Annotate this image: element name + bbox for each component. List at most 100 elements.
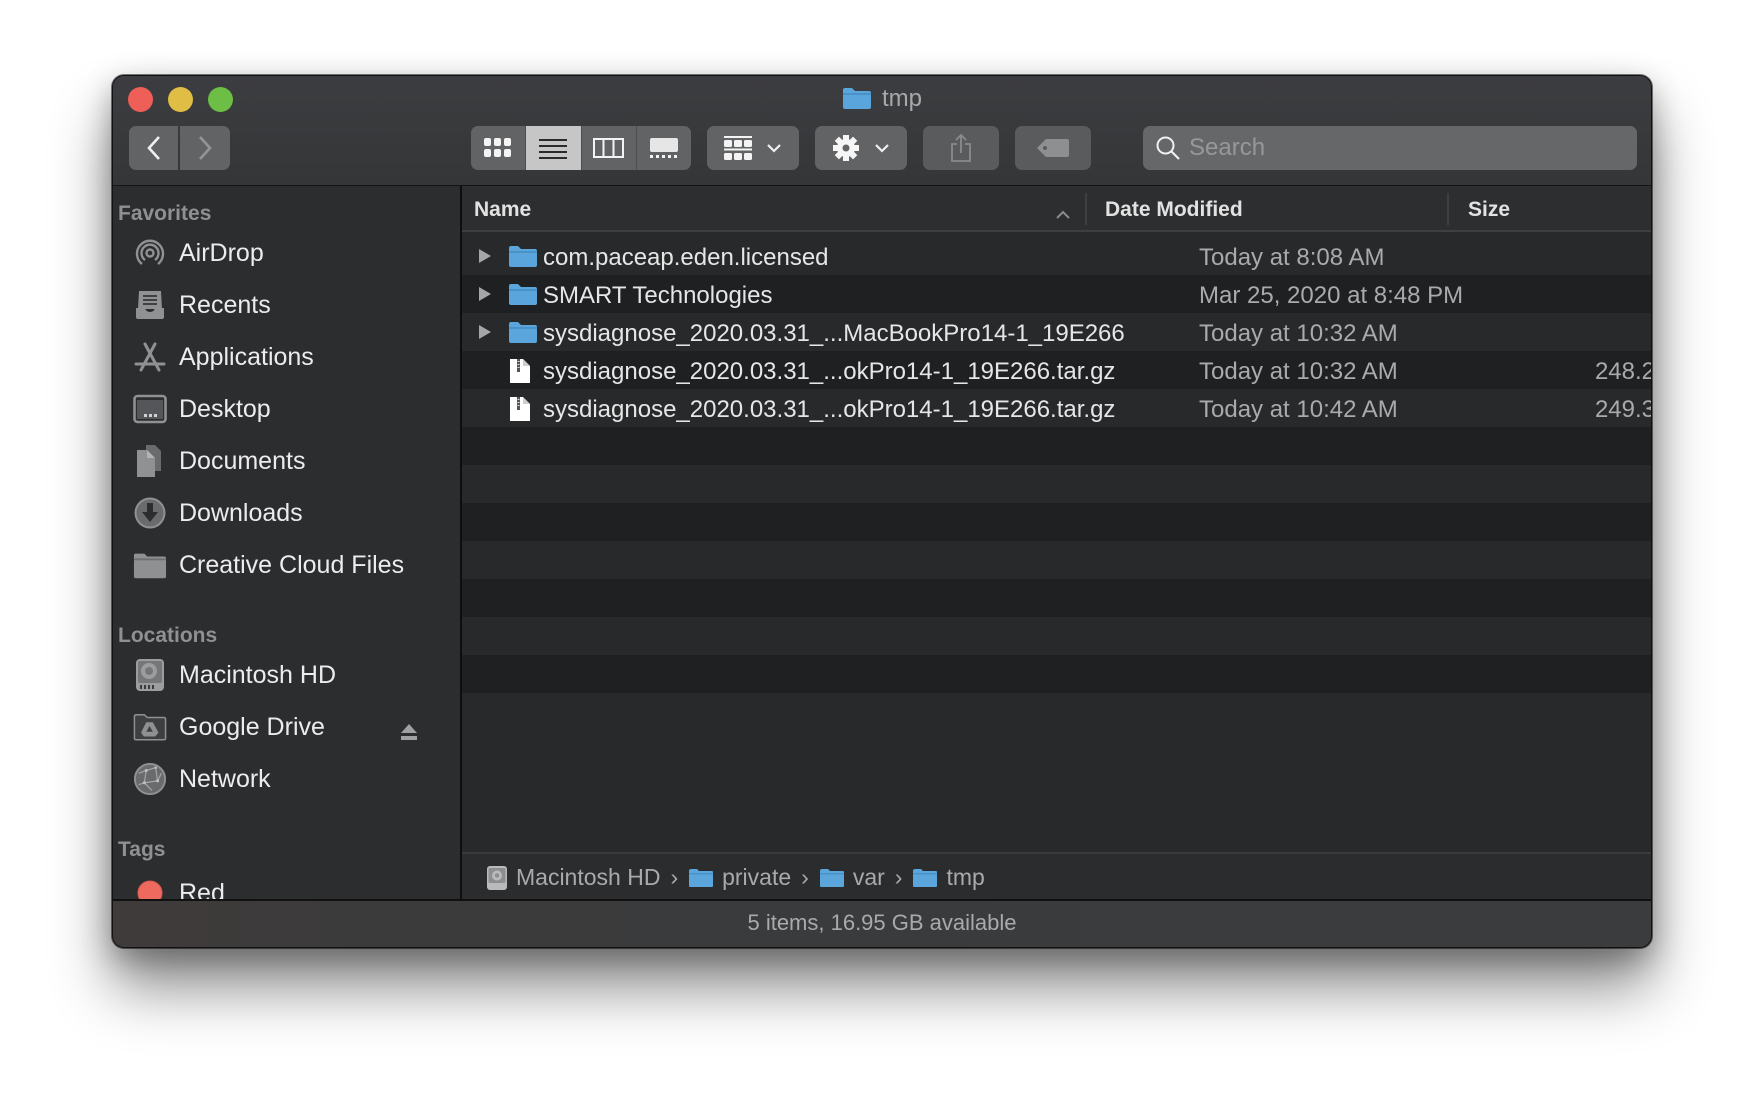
- sidebar-item-label: Google Drive: [179, 712, 325, 741]
- file-row[interactable]: sysdiagnose_2020.03.31_...okPro14-1_19E2…: [462, 389, 1651, 427]
- sidebar-item-label: Macintosh HD: [179, 660, 336, 689]
- chevron-down-icon: [767, 144, 781, 153]
- path-item-macintosh-hd[interactable]: Macintosh HD: [486, 864, 660, 891]
- network-icon: [133, 762, 167, 796]
- path-item-tmp[interactable]: tmp: [912, 864, 985, 891]
- downloads-icon: [133, 496, 167, 530]
- finder-window: tmp Search Favorites AirDrop Recents App…: [112, 75, 1652, 948]
- empty-row: [462, 655, 1651, 693]
- file-rows: com.paceap.eden.licensed Today at 8:08 AM…: [462, 237, 1651, 731]
- file-date: Today at 8:08 AM: [1199, 244, 1385, 271]
- sidebar: Favorites AirDrop Recents Applications D…: [113, 186, 462, 901]
- folder-icon: [508, 244, 538, 273]
- folder-icon: [508, 320, 538, 349]
- columns-icon: [592, 138, 624, 158]
- grid-icon: [484, 138, 512, 157]
- chevron-right-icon: [199, 136, 212, 160]
- icon-view-button[interactable]: [471, 126, 527, 170]
- search-icon: [1156, 136, 1180, 160]
- recents-icon: [133, 288, 167, 322]
- action-menu-button[interactable]: [815, 126, 907, 170]
- sidebar-item-label: Creative Cloud Files: [179, 550, 405, 579]
- hard-drive-icon: [486, 865, 508, 891]
- file-size: 249.3: [1594, 396, 1651, 423]
- chevron-right-icon: ›: [801, 864, 809, 890]
- file-name: sysdiagnose_2020.03.31_...MacBookPro14-1…: [543, 320, 1125, 347]
- disclosure-triangle-icon[interactable]: [478, 286, 492, 307]
- sidebar-item-tag-red[interactable]: Red: [133, 871, 450, 901]
- share-icon: [951, 133, 971, 162]
- eject-icon[interactable]: [400, 719, 418, 748]
- sidebar-item-creative-cloud-files[interactable]: Creative Cloud Files: [133, 543, 450, 587]
- applications-icon: [133, 340, 167, 374]
- sidebar-item-google-drive[interactable]: Google Drive: [133, 705, 450, 749]
- forward-button[interactable]: [180, 126, 230, 170]
- toolbar: tmp: [113, 76, 1651, 186]
- chevron-up-icon: [1055, 202, 1071, 226]
- path-item-label: private: [722, 864, 792, 890]
- file-name: sysdiagnose_2020.03.31_...okPro14-1_19E2…: [543, 396, 1116, 423]
- share-button[interactable]: [923, 126, 999, 170]
- file-name: SMART Technologies: [543, 282, 773, 309]
- archive-file-icon: [508, 358, 532, 389]
- sidebar-item-recents[interactable]: Recents: [133, 283, 450, 327]
- google-drive-icon: [133, 710, 167, 744]
- empty-row: [462, 541, 1651, 579]
- folder-icon: [819, 868, 845, 888]
- disclosure-triangle-icon[interactable]: [478, 324, 492, 345]
- view-mode-control: [471, 126, 691, 170]
- sidebar-item-desktop[interactable]: Desktop: [133, 387, 450, 431]
- file-row[interactable]: com.paceap.eden.licensed Today at 8:08 AM: [462, 237, 1651, 275]
- back-button[interactable]: [129, 126, 178, 170]
- empty-row: [462, 579, 1651, 617]
- sidebar-item-label: Desktop: [179, 394, 271, 423]
- column-header-size[interactable]: Size: [1468, 198, 1510, 222]
- chevron-right-icon: ›: [670, 864, 679, 890]
- search-input[interactable]: [1189, 134, 1609, 162]
- sidebar-item-documents[interactable]: Documents: [133, 439, 450, 483]
- path-item-var[interactable]: var: [819, 864, 885, 891]
- window-title: tmp: [113, 82, 1651, 120]
- sidebar-item-applications[interactable]: Applications: [133, 335, 450, 379]
- path-bar: Macintosh HD › private › var › tmp: [462, 852, 1651, 901]
- folder-icon: [508, 282, 538, 311]
- disclosure-triangle-icon[interactable]: [478, 248, 492, 269]
- column-header-date[interactable]: Date Modified: [1105, 198, 1243, 222]
- file-list: Name Date Modified Size com.paceap.eden.…: [462, 186, 1651, 901]
- path-item-private[interactable]: private: [688, 864, 791, 891]
- gallery-view-button[interactable]: [637, 126, 691, 170]
- tag-dot-icon: [133, 876, 167, 901]
- sidebar-section-tags: Tags: [118, 838, 166, 861]
- chevron-right-icon: ›: [894, 864, 903, 890]
- group-by-button[interactable]: [707, 126, 799, 170]
- file-size: 248.2: [1594, 358, 1651, 385]
- folder-icon: [912, 868, 938, 888]
- file-row[interactable]: sysdiagnose_2020.03.31_...MacBookPro14-1…: [462, 313, 1651, 351]
- column-divider[interactable]: [1447, 193, 1449, 225]
- tag-button[interactable]: [1015, 126, 1091, 170]
- file-row[interactable]: SMART Technologies Mar 25, 2020 at 8:48 P…: [462, 275, 1651, 313]
- column-divider[interactable]: [1085, 193, 1087, 225]
- sidebar-item-airdrop[interactable]: AirDrop: [133, 231, 450, 275]
- sidebar-item-downloads[interactable]: Downloads: [133, 491, 450, 535]
- sidebar-item-label: Red: [179, 878, 225, 902]
- sidebar-item-label: AirDrop: [179, 238, 264, 267]
- sidebar-item-macintosh-hd[interactable]: Macintosh HD: [133, 653, 450, 697]
- empty-row: [462, 503, 1651, 541]
- chevron-left-icon: [146, 136, 160, 160]
- file-date: Mar 25, 2020 at 8:48 PM: [1199, 282, 1464, 309]
- sidebar-section-favorites: Favorites: [118, 202, 212, 225]
- documents-icon: [133, 444, 167, 478]
- list-view-button[interactable]: [526, 126, 582, 170]
- file-date: Today at 10:32 AM: [1199, 358, 1398, 385]
- search-field[interactable]: [1143, 126, 1637, 170]
- sidebar-item-label: Network: [179, 764, 271, 793]
- file-date: Today at 10:32 AM: [1199, 320, 1398, 347]
- sidebar-item-network[interactable]: Network: [133, 757, 450, 801]
- file-row[interactable]: sysdiagnose_2020.03.31_...okPro14-1_19E2…: [462, 351, 1651, 389]
- column-view-button[interactable]: [582, 126, 637, 170]
- column-header-name[interactable]: Name: [474, 198, 531, 222]
- empty-row: [462, 693, 1651, 731]
- gallery-icon: [649, 138, 678, 158]
- list-icon: [539, 139, 568, 159]
